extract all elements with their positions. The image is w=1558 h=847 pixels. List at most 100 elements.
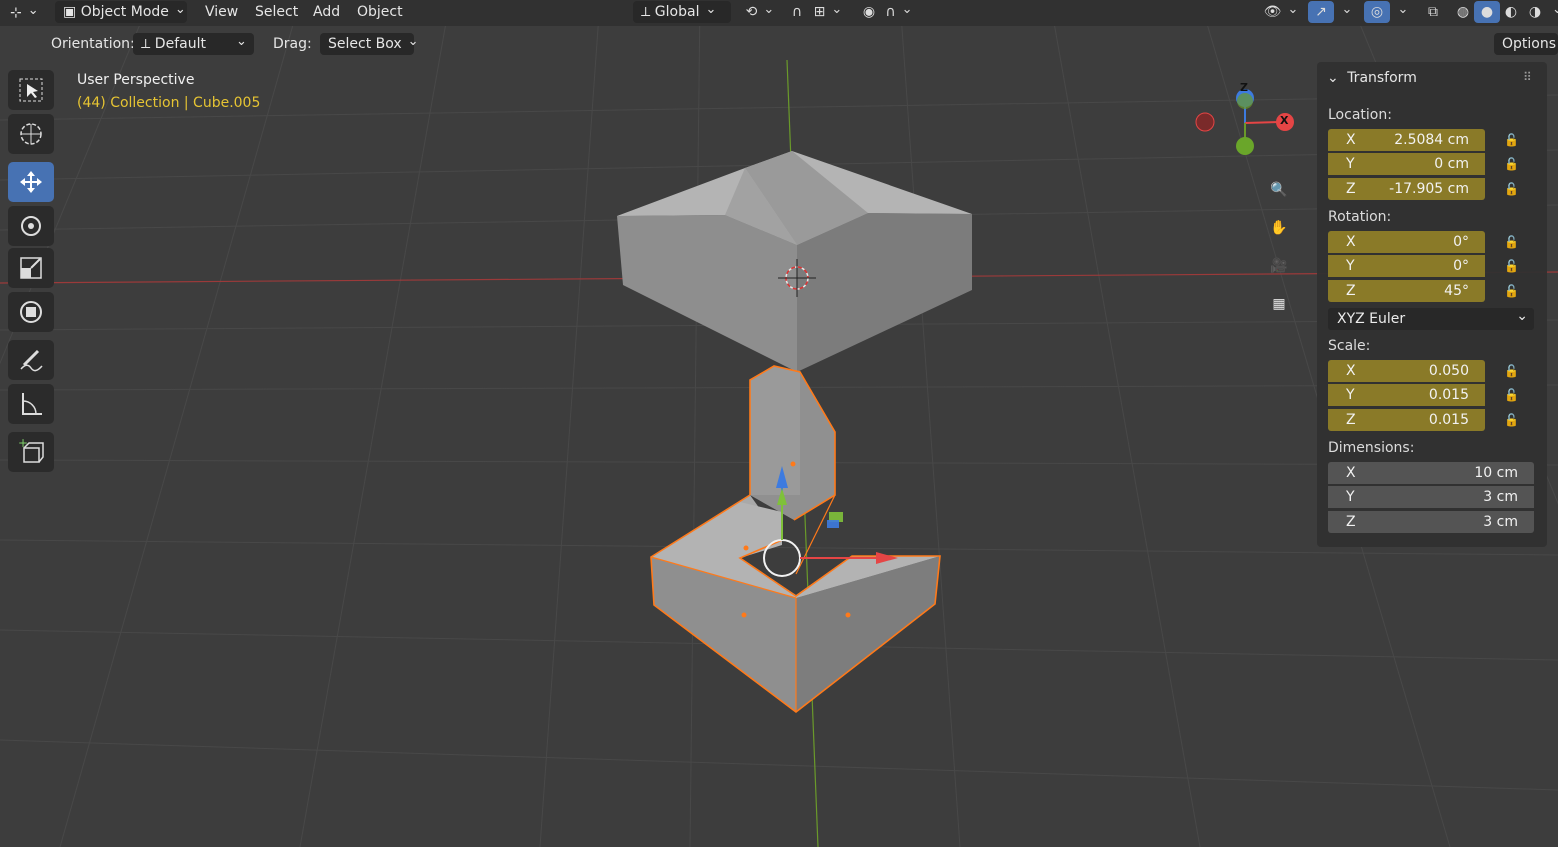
menu-select[interactable]: Select bbox=[255, 1, 298, 23]
scale-z-field[interactable]: Z 0.015 bbox=[1328, 409, 1485, 431]
snap-target-button[interactable]: ⊞ bbox=[810, 1, 846, 23]
sidebar-transform-panel: ⌄ Transform ⠿ Location: X 2.5084 cm 🔓 Y0 … bbox=[1317, 62, 1547, 547]
transform-orientation-dropdown[interactable]: ⟂ Global bbox=[633, 1, 731, 23]
orientation-icon: ⟂ bbox=[641, 4, 651, 20]
lock-icon[interactable]: 🔓 bbox=[1504, 388, 1520, 402]
proportional-edit-icon: ◉ bbox=[862, 4, 876, 20]
overlays-options-button[interactable] bbox=[1390, 1, 1410, 23]
hand-icon: ✋ bbox=[1270, 220, 1288, 236]
chevron-down-icon bbox=[896, 4, 913, 20]
chevron-down-icon bbox=[825, 4, 842, 20]
lock-icon[interactable]: 🔓 bbox=[1504, 235, 1520, 249]
show-gizmo-toggle[interactable]: ↗ bbox=[1308, 1, 1334, 23]
options-button[interactable]: Options bbox=[1494, 33, 1558, 55]
tool-move[interactable] bbox=[8, 162, 54, 202]
lock-icon[interactable]: 🔓 bbox=[1504, 157, 1520, 171]
rotation-x-field[interactable]: X 0° bbox=[1328, 231, 1485, 253]
visibility-button[interactable]: 👁 bbox=[1262, 1, 1300, 23]
tool-rotate[interactable] bbox=[8, 206, 54, 246]
chevron-down-icon: ⌄ bbox=[1327, 70, 1339, 86]
menu-add[interactable]: Add bbox=[313, 1, 340, 23]
select-box-icon bbox=[19, 78, 43, 102]
location-label: Location: bbox=[1328, 107, 1392, 123]
rendered-sphere-icon: ◑ bbox=[1528, 4, 1542, 20]
mode-label: Object Mode bbox=[80, 4, 169, 20]
move-icon bbox=[20, 171, 42, 193]
tool-transform[interactable] bbox=[8, 292, 54, 332]
panel-title: Transform bbox=[1347, 70, 1417, 86]
drag-handle-icon[interactable]: ⠿ bbox=[1523, 70, 1532, 84]
add-cube-icon: + bbox=[18, 436, 44, 463]
gizmo-options-button[interactable] bbox=[1334, 1, 1354, 23]
pan-button[interactable]: ✋ bbox=[1263, 212, 1295, 244]
chevron-down-icon bbox=[1336, 4, 1353, 20]
pivot-icon: ⟲ bbox=[745, 4, 758, 20]
collection-info: (44) Collection | Cube.005 bbox=[77, 95, 261, 111]
mode-selector[interactable]: ▣ Object Mode bbox=[55, 1, 187, 23]
chevron-down-icon bbox=[1281, 4, 1298, 20]
chevron-down-icon bbox=[1546, 4, 1558, 20]
snap-toggle[interactable]: ∩ bbox=[784, 1, 810, 23]
menu-view[interactable]: View bbox=[205, 1, 238, 23]
camera-icon: 🎥 bbox=[1270, 258, 1288, 274]
rotation-mode-dropdown[interactable]: XYZ Euler ⌄ bbox=[1328, 308, 1534, 330]
lock-icon[interactable]: 🔓 bbox=[1504, 364, 1520, 378]
chevron-down-icon bbox=[757, 4, 774, 20]
falloff-curve-icon: ∩ bbox=[885, 4, 896, 20]
location-x-field[interactable]: X 2.5084 cm bbox=[1328, 129, 1485, 151]
dimension-z-field[interactable]: Z3 cm bbox=[1328, 511, 1534, 533]
cursor-icon bbox=[20, 123, 42, 145]
drag-value: Select Box bbox=[328, 36, 402, 52]
drag-dropdown[interactable]: Select Box bbox=[320, 33, 414, 55]
orientation-value: Default bbox=[154, 36, 206, 52]
tool-scale[interactable] bbox=[8, 248, 54, 288]
zoom-button[interactable]: 🔍 bbox=[1263, 174, 1295, 206]
tool-measure[interactable] bbox=[8, 384, 54, 424]
lock-icon[interactable]: 🔓 bbox=[1504, 284, 1520, 298]
tool-annotate[interactable] bbox=[8, 340, 54, 380]
annotate-icon bbox=[20, 349, 43, 372]
menu-object[interactable]: Object bbox=[357, 1, 403, 23]
perspective-toggle-button[interactable]: ▦ bbox=[1263, 288, 1295, 320]
scale-x-field[interactable]: X 0.050 bbox=[1328, 360, 1485, 382]
material-shading-button[interactable]: ◐ bbox=[1498, 1, 1524, 23]
orientation-dropdown[interactable]: ⟂ Default bbox=[133, 33, 254, 55]
dimension-x-field[interactable]: X 10 cm bbox=[1328, 462, 1534, 484]
falloff-button[interactable]: ∩ bbox=[882, 1, 916, 23]
rotation-mode-value: XYZ Euler bbox=[1337, 311, 1406, 327]
camera-view-button[interactable]: 🎥 bbox=[1263, 250, 1295, 282]
scale-y-field[interactable]: Y 0.015 bbox=[1328, 384, 1485, 406]
panel-header[interactable]: ⌄ Transform bbox=[1327, 70, 1417, 86]
editor-type-button[interactable]: ⊹ bbox=[10, 2, 46, 24]
axis-icon: ⊹ bbox=[10, 5, 22, 21]
rotation-label: Rotation: bbox=[1328, 209, 1392, 225]
xray-icon: ⧉ bbox=[1428, 4, 1438, 20]
lock-icon[interactable]: 🔓 bbox=[1504, 413, 1520, 427]
lock-icon[interactable]: 🔓 bbox=[1504, 259, 1520, 273]
location-z-field[interactable]: Z -17.905 cm bbox=[1328, 178, 1485, 200]
solid-shading-button[interactable]: ● bbox=[1474, 1, 1500, 23]
navigation-gizmo[interactable]: Z X bbox=[1190, 76, 1300, 166]
object-mode-icon: ▣ bbox=[63, 4, 77, 20]
dimension-y-field[interactable]: Y3 cm bbox=[1328, 486, 1534, 508]
proportional-edit-toggle[interactable]: ◉ bbox=[856, 1, 882, 23]
measure-icon bbox=[22, 393, 42, 415]
xray-toggle[interactable]: ⧉ bbox=[1420, 1, 1446, 23]
tool-settings-bar: Orientation: ⟂ Default Drag: Select Box … bbox=[0, 28, 1558, 62]
show-overlays-toggle[interactable]: ◎ bbox=[1364, 1, 1390, 23]
orientation-label: Orientation: bbox=[51, 36, 135, 52]
location-y-field[interactable]: Y0 cm bbox=[1328, 153, 1485, 175]
rendered-shading-button[interactable]: ◑ bbox=[1522, 1, 1548, 23]
chevron-down-icon bbox=[402, 36, 419, 52]
tool-add-cube[interactable]: + bbox=[8, 432, 54, 472]
tool-cursor[interactable] bbox=[8, 114, 54, 154]
lock-icon[interactable]: 🔓 bbox=[1504, 182, 1520, 196]
wireframe-shading-button[interactable]: ◍ bbox=[1450, 1, 1476, 23]
solid-sphere-icon: ● bbox=[1480, 4, 1494, 20]
pivot-point-button[interactable]: ⟲ bbox=[742, 1, 778, 23]
rotation-z-field[interactable]: Z 45° bbox=[1328, 280, 1485, 302]
lock-icon[interactable]: 🔓 bbox=[1504, 133, 1520, 147]
rotation-y-field[interactable]: Y 0° bbox=[1328, 255, 1485, 277]
shading-options-button[interactable] bbox=[1546, 1, 1558, 23]
tool-select-box[interactable] bbox=[8, 70, 54, 110]
